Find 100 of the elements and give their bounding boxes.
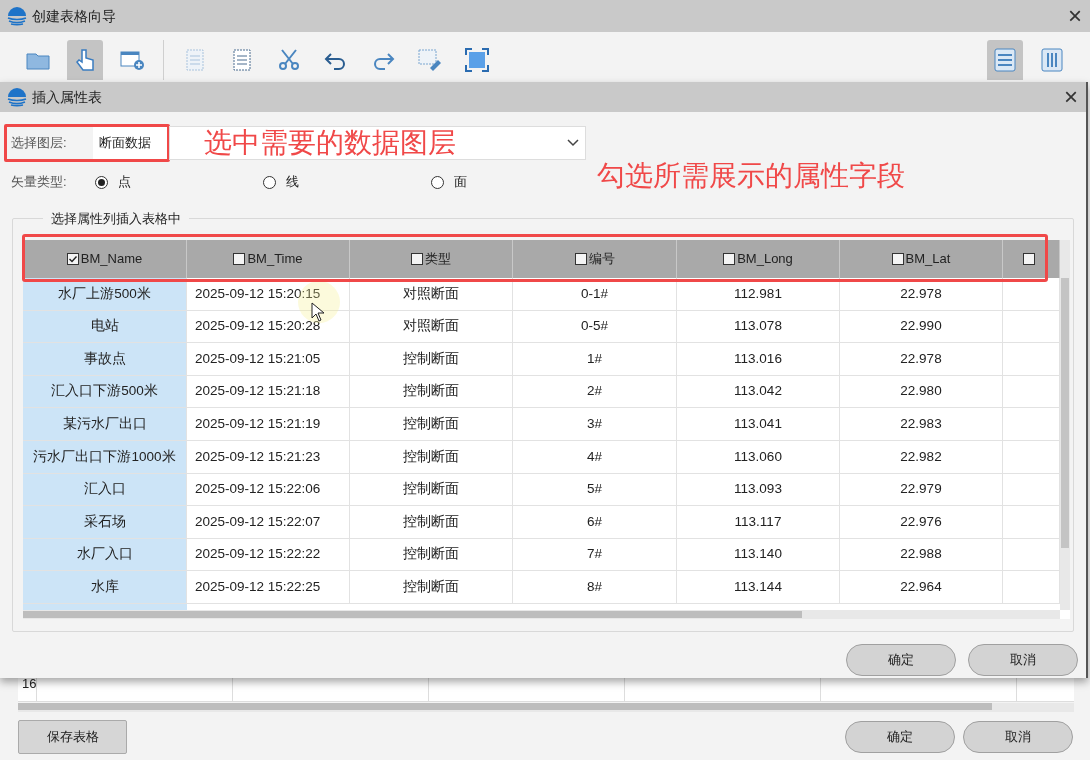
column-label: BM_Name — [80, 250, 143, 269]
radio-label: 点 — [118, 173, 131, 192]
table-cell-text: 2025-09-12 15:21:18 — [195, 382, 321, 401]
table-cell-text: 113.093 — [734, 480, 782, 499]
row-number: 16 — [22, 676, 37, 691]
rows-view-icon — [991, 46, 1019, 74]
toolbar-button[interactable] — [987, 40, 1023, 80]
close-button[interactable]: × — [1062, 85, 1080, 109]
annotation-text: 选中需要的数据图层 — [204, 129, 456, 157]
mouse-cursor-icon — [311, 302, 325, 322]
frame-icon — [463, 46, 491, 74]
table-cell-text: 2025-09-12 15:20:15 — [195, 284, 321, 303]
horizontal-scrollbar[interactable] — [18, 703, 992, 710]
table-cell-text: 22.980 — [900, 382, 942, 401]
table-cell-text: 控制断面 — [403, 512, 459, 531]
table-cell-text: 22.983 — [900, 415, 942, 434]
checkbox[interactable] — [574, 253, 587, 265]
columns-view-icon — [1038, 46, 1066, 74]
table-cell-text: 113.060 — [734, 447, 782, 466]
annotation-text: 勾选所需展示的属性字段 — [597, 162, 905, 190]
column-header[interactable]: 类型 — [350, 240, 513, 278]
column-label: 类型 — [425, 250, 451, 269]
table-cell-text: 7# — [587, 545, 602, 564]
table-cell-text: 对照断面 — [403, 317, 459, 336]
table-cell-text: 控制断面 — [403, 578, 459, 596]
checkbox[interactable] — [66, 253, 79, 265]
table-cell-text: 2025-09-12 15:21:19 — [195, 415, 321, 434]
table-cell-text: 2025-09-12 15:21:23 — [195, 447, 321, 466]
column-label: BM_Long — [737, 250, 793, 269]
table-cell-text: 113.016 — [734, 349, 782, 368]
app-logo-icon — [6, 5, 28, 27]
save-table-button[interactable]: 保存表格 — [18, 720, 127, 754]
table-cell-text: 2025-09-12 15:20:28 — [195, 317, 321, 336]
table-cell-text: 控制断面 — [403, 480, 459, 499]
radio-button[interactable] — [263, 175, 276, 189]
table-cell-text: 采石场 — [83, 512, 126, 531]
table-cell-text: 对照断面 — [403, 284, 459, 303]
table-cell-text: 22.978 — [900, 284, 942, 303]
chevron-down-icon — [567, 139, 579, 147]
checkbox[interactable] — [1023, 253, 1035, 265]
table-cell-text: 事故点 — [83, 349, 126, 368]
text-style-icon — [416, 46, 444, 74]
checkbox[interactable] — [233, 253, 246, 265]
table-cell-text: 113.078 — [734, 317, 782, 336]
radio-button[interactable] — [431, 175, 444, 189]
field-label: 选择图层: — [10, 134, 68, 153]
table-cell-text: 3# — [587, 415, 602, 434]
table-cell-text: 0-1# — [581, 284, 608, 303]
checkbox[interactable] — [891, 253, 904, 265]
radio-label: 线 — [286, 173, 299, 192]
table-cell-text: 控制断面 — [403, 447, 459, 466]
horizontal-scrollbar[interactable] — [23, 611, 802, 618]
dialog-button[interactable]: 取消 — [968, 644, 1078, 676]
table-cell-text: 0-5# — [581, 317, 608, 336]
table-cell-text: 控制断面 — [403, 415, 459, 434]
toolbar-button[interactable] — [67, 40, 103, 80]
close-button[interactable]: × — [1066, 4, 1084, 28]
column-header[interactable]: BM_Lat — [840, 240, 1003, 278]
table-cell-text: 控制断面 — [403, 545, 459, 564]
layer-dropdown[interactable]: 选中需要的数据图层 — [169, 126, 586, 160]
checkmark-icon — [67, 254, 78, 264]
dialog-button[interactable]: 确定 — [846, 644, 956, 676]
column-label: BM_Time — [247, 250, 303, 269]
checkbox[interactable] — [723, 253, 736, 265]
column-header[interactable]: BM_Time — [187, 240, 350, 278]
table-cell-text: 汇入口下游500米 — [51, 382, 158, 401]
table-cell-text: 2025-09-12 15:21:05 — [195, 349, 321, 368]
table-cell-text: 22.990 — [900, 317, 942, 336]
column-header[interactable]: BM_Long — [677, 240, 840, 278]
table-cell-text: 113.144 — [734, 578, 782, 596]
table-cell-text: 控制断面 — [403, 349, 459, 368]
table-cell-text: 22.976 — [900, 512, 942, 531]
cancel-button[interactable]: 取消 — [963, 721, 1073, 753]
field-label: 矢量类型: — [11, 173, 68, 192]
checkbox[interactable] — [411, 253, 423, 265]
ok-button[interactable]: 确定 — [845, 721, 955, 753]
column-header[interactable]: 编号 — [513, 240, 677, 278]
table-cell-text: 电站 — [90, 317, 119, 336]
table-cell-text: 1# — [587, 349, 602, 368]
layer-value: 断面数据 — [93, 127, 167, 159]
table-cell-text: 6# — [587, 512, 602, 531]
radio-button[interactable] — [95, 175, 108, 189]
table-cell-text: 113.041 — [734, 415, 782, 434]
app-logo-icon — [6, 86, 28, 108]
table-cell-text: 113.042 — [734, 382, 782, 401]
table-cell-text: 控制断面 — [403, 382, 459, 401]
table-cell-text: 22.988 — [900, 545, 942, 564]
table-cell-text: 5# — [587, 480, 602, 499]
column-label: BM_Lat — [905, 250, 951, 269]
table-cell-text: 2025-09-12 15:22:07 — [195, 512, 321, 531]
table-cell-text: 水厂上游500米 — [58, 284, 151, 303]
window-title: 插入属性表 — [32, 87, 102, 107]
table-cell-text: 22.982 — [900, 447, 942, 466]
table-cell-text: 113.140 — [734, 545, 782, 564]
table-cell-text: 22.978 — [900, 349, 942, 368]
table-cell-text: 113.117 — [734, 512, 782, 531]
table-cell-text: 22.964 — [900, 578, 942, 596]
radio-label: 面 — [454, 173, 467, 192]
vertical-scrollbar[interactable] — [1061, 278, 1069, 548]
table-cell-text: 22.979 — [900, 480, 942, 499]
